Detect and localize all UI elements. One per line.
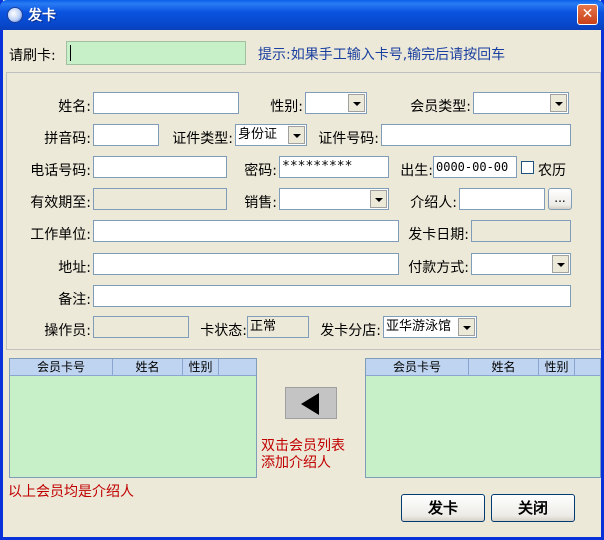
address-input[interactable] [93, 253, 399, 275]
chevron-down-icon [552, 255, 569, 273]
gender-label: 性别: [270, 99, 303, 115]
referrer-browse-button[interactable]: ... [548, 188, 572, 210]
valid-until-label: 有效期至: [30, 195, 91, 211]
id-type-value: 身份证 [238, 127, 278, 142]
branch-select[interactable]: 亚华游泳馆 [383, 316, 477, 338]
column-header[interactable]: 会员卡号 [366, 359, 469, 375]
referrer-member-grid[interactable]: 会员卡号 姓名 性别 [9, 358, 257, 478]
dialog-window: 发卡 ✕ 请刷卡: 提示:如果手工输入卡号,输完后请按回车 姓名: 性别: 会员… [0, 0, 604, 540]
employer-input[interactable] [93, 220, 399, 242]
chevron-down-icon [348, 94, 365, 112]
sales-label: 销售: [244, 195, 277, 211]
name-label: 姓名: [58, 99, 91, 115]
branch-value: 亚华游泳馆 [386, 319, 452, 334]
app-icon [7, 7, 23, 23]
phone-label: 电话号码: [30, 163, 91, 179]
birth-label: 出生: [400, 163, 433, 179]
column-header[interactable]: 性别 [183, 359, 219, 375]
remark-label: 备注: [58, 292, 91, 308]
address-label: 地址: [58, 260, 91, 276]
valid-until-field [93, 188, 227, 210]
close-window-button[interactable]: ✕ [577, 4, 598, 25]
branch-label: 发卡分店: [320, 323, 381, 339]
pinyin-label: 拼音码: [44, 131, 91, 147]
issue-date-label: 发卡日期: [408, 227, 469, 243]
member-type-label: 会员类型: [410, 99, 471, 115]
chevron-down-icon [288, 126, 305, 144]
phone-input[interactable] [93, 156, 227, 178]
grid-header: 会员卡号 姓名 性别 [10, 359, 256, 376]
grid-header: 会员卡号 姓名 性别 [366, 359, 600, 376]
operator-label: 操作员: [44, 323, 91, 339]
employer-label: 工作单位: [30, 227, 91, 243]
id-number-input[interactable] [381, 124, 571, 146]
password-label: 密码: [244, 163, 277, 179]
id-type-label: 证件类型: [172, 131, 233, 147]
operator-field [93, 316, 189, 338]
issue-date-field [471, 220, 571, 242]
id-type-select[interactable]: 身份证 [235, 124, 307, 146]
chevron-down-icon [550, 94, 567, 112]
card-status-field: 正常 [247, 316, 309, 338]
password-input[interactable]: ********* [279, 156, 389, 178]
column-header[interactable]: 会员卡号 [10, 359, 113, 375]
column-header[interactable]: 性别 [539, 359, 575, 375]
sales-select[interactable] [279, 188, 389, 210]
card-swipe-bar: 请刷卡: 提示:如果手工输入卡号,输完后请按回车 [3, 38, 601, 70]
column-header[interactable]: 姓名 [113, 359, 183, 375]
close-button[interactable]: 关闭 [491, 494, 575, 522]
member-type-select[interactable] [473, 92, 569, 114]
payment-label: 付款方式: [408, 260, 469, 276]
gender-select[interactable] [305, 92, 367, 114]
card-swipe-label: 请刷卡: [9, 48, 56, 64]
column-header[interactable]: 姓名 [469, 359, 539, 375]
member-list-grid[interactable]: 会员卡号 姓名 性别 [365, 358, 601, 478]
issue-card-button[interactable]: 发卡 [401, 494, 485, 522]
window-title: 发卡 [28, 8, 56, 24]
pinyin-input[interactable] [93, 124, 159, 146]
add-referrer-button[interactable] [285, 387, 337, 419]
middle-hint-line2: 添加介绍人 [261, 455, 331, 471]
birth-input[interactable]: 0000-00-00 [433, 156, 517, 178]
remark-input[interactable] [93, 285, 571, 307]
close-icon: ✕ [581, 6, 594, 22]
lunar-checkbox[interactable] [521, 161, 534, 174]
lunar-label: 农历 [538, 163, 566, 179]
chevron-down-icon [458, 318, 475, 336]
card-status-label: 卡状态: [200, 323, 247, 339]
name-input[interactable] [93, 92, 239, 114]
referrer-note: 以上会员均是介绍人 [8, 484, 134, 500]
chevron-down-icon [370, 190, 387, 208]
referrer-label: 介绍人: [410, 195, 457, 211]
title-bar[interactable]: 发卡 ✕ [0, 0, 604, 30]
card-swipe-input[interactable] [66, 41, 246, 65]
id-number-label: 证件号码: [318, 131, 379, 147]
card-hint-text: 提示:如果手工输入卡号,输完后请按回车 [258, 47, 506, 63]
payment-select[interactable] [471, 253, 571, 275]
referrer-input[interactable] [459, 188, 545, 210]
